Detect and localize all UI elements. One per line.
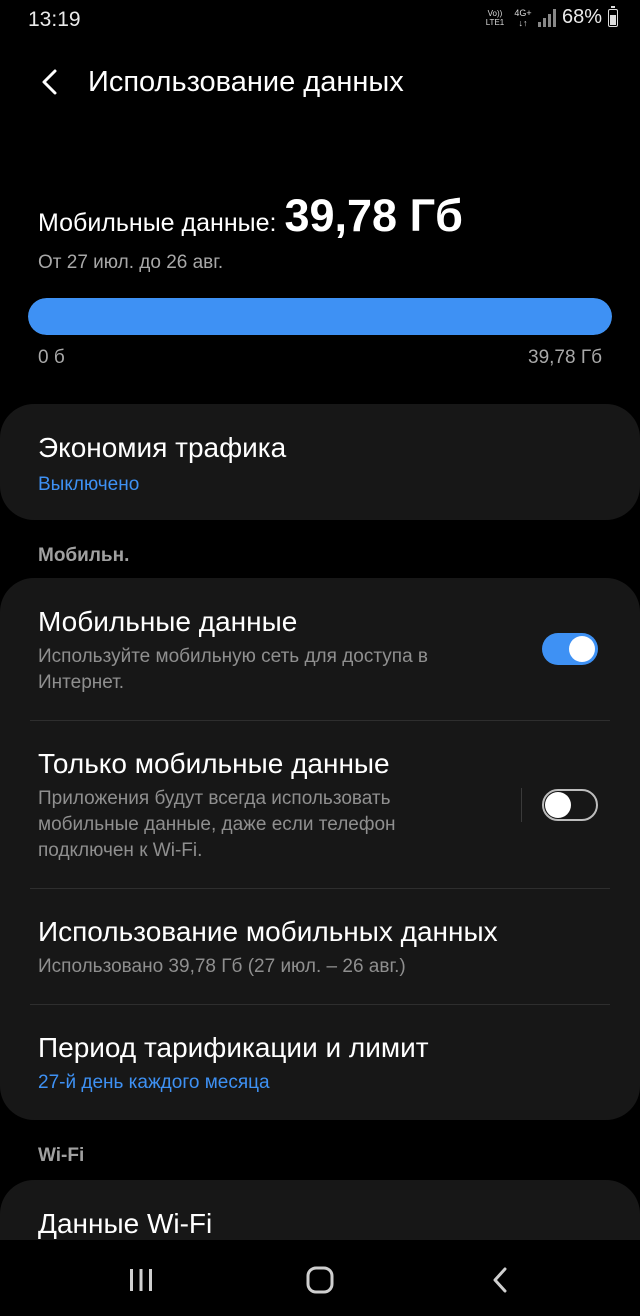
- mobile-data-item[interactable]: Мобильные данные Используйте мобильную с…: [0, 606, 520, 696]
- toggle-knob: [545, 792, 571, 818]
- home-button[interactable]: [290, 1258, 350, 1302]
- toggle-knob: [569, 636, 595, 662]
- home-icon: [306, 1266, 334, 1294]
- usage-progress-fill: [28, 298, 612, 335]
- vertical-separator: [521, 788, 522, 822]
- mobile-data-subtitle: Используйте мобильную сеть для доступа в…: [38, 646, 429, 693]
- mobile-data-title: Мобильные данные: [38, 606, 298, 637]
- usage-range: От 27 июл. до 26 авг.: [38, 252, 224, 273]
- billing-cycle-title: Период тарификации и лимит: [38, 1032, 429, 1063]
- data-saver-item[interactable]: Экономия трафика Выключено: [0, 404, 640, 498]
- wifi-data-title: Данные Wi-Fi: [38, 1208, 213, 1239]
- battery-percent: 68%: [561, 6, 602, 28]
- navigation-bar: [0, 1240, 640, 1316]
- mobile-card: Мобильные данные Используйте мобильную с…: [0, 578, 640, 1120]
- network-type-icon: 4G+ ↓↑: [514, 7, 532, 28]
- data-saver-title: Экономия трафика: [38, 432, 287, 463]
- divider: [30, 888, 610, 889]
- volte-icon: Vo)) LTE1: [485, 8, 505, 27]
- progress-min-label: 0 б: [38, 347, 65, 368]
- mobile-usage-item[interactable]: Использование мобильных данных Использов…: [0, 916, 640, 980]
- mobile-only-toggle[interactable]: [542, 789, 598, 821]
- divider: [30, 720, 610, 721]
- mobile-only-subtitle: Приложения будут всегда использовать моб…: [38, 788, 396, 861]
- mobile-data-toggle[interactable]: [542, 633, 598, 665]
- wifi-data-item[interactable]: Данные Wi-Fi: [0, 1208, 640, 1240]
- status-icons: Vo)) LTE1 4G+ ↓↑ 68%: [482, 5, 618, 29]
- usage-summary: Мобильные данные: 39,78 Гб От 27 июл. до…: [38, 190, 618, 274]
- status-bar: 13:19 Vo)) LTE1 4G+ ↓↑ 68%: [0, 0, 640, 40]
- recents-icon: [130, 1269, 152, 1291]
- signal-icon: [537, 8, 556, 27]
- billing-cycle-subtitle: 27-й день каждого месяца: [38, 1072, 270, 1093]
- usage-progress-bar: [28, 298, 612, 335]
- billing-cycle-item[interactable]: Период тарификации и лимит 27-й день каж…: [0, 1032, 640, 1096]
- page-title: Использование данных: [88, 66, 404, 98]
- chevron-left-icon: [42, 69, 57, 95]
- status-time: 13:19: [28, 8, 81, 31]
- section-label-mobile: Мобильн.: [38, 545, 130, 566]
- section-label-wifi: Wi-Fi: [38, 1145, 85, 1166]
- mobile-usage-title: Использование мобильных данных: [38, 916, 498, 947]
- progress-max-label: 39,78 Гб: [528, 347, 602, 368]
- divider: [30, 1004, 610, 1005]
- usage-label: Мобильные данные:: [38, 209, 277, 237]
- usage-value: 39,78 Гб: [284, 190, 463, 241]
- back-icon: [493, 1267, 507, 1293]
- app-bar: Использование данных: [0, 58, 640, 108]
- mobile-usage-subtitle: Использовано 39,78 Гб (27 июл. – 26 авг.…: [38, 956, 406, 977]
- nav-back-button[interactable]: [470, 1258, 530, 1302]
- recents-button[interactable]: [111, 1258, 171, 1302]
- back-button[interactable]: [30, 60, 70, 104]
- data-saver-status: Выключено: [38, 474, 140, 495]
- mobile-only-title: Только мобильные данные: [38, 748, 390, 779]
- battery-icon: [608, 5, 618, 27]
- screen: 13:19 Vo)) LTE1 4G+ ↓↑ 68% Использование…: [0, 0, 640, 1316]
- data-saver-card[interactable]: Экономия трафика Выключено: [0, 404, 640, 520]
- mobile-only-item[interactable]: Только мобильные данные Приложения будут…: [0, 748, 500, 864]
